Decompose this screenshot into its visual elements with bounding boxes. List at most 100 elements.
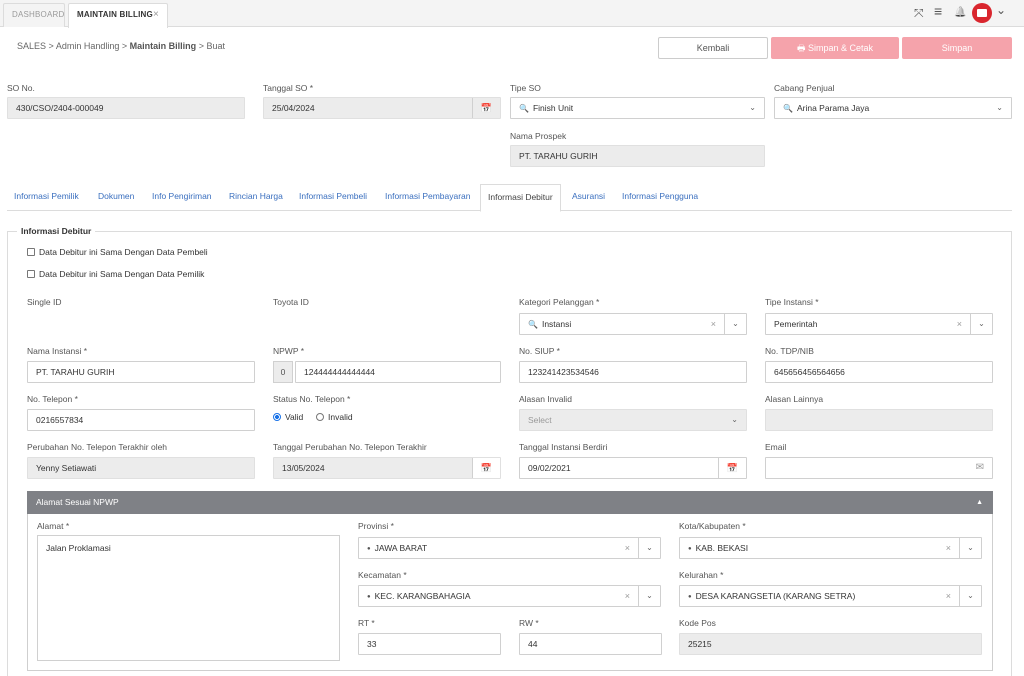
- tipe-so-select[interactable]: 🔍 Finish Unit ⌄: [510, 97, 765, 119]
- calendar-icon[interactable]: 📅: [472, 458, 500, 478]
- radio-valid[interactable]: Valid: [273, 412, 303, 422]
- tdp-input[interactable]: 645656456564656: [765, 361, 993, 383]
- clear-icon[interactable]: ×: [711, 314, 716, 334]
- tipe-so-value: Finish Unit: [532, 103, 574, 113]
- telepon-value: 0216557834: [36, 415, 84, 425]
- menu-icon[interactable]: ≡: [934, 4, 942, 18]
- perubahan-oleh-field: Yenny Setiawati: [27, 457, 255, 479]
- rt-input[interactable]: 33: [358, 633, 501, 655]
- tab-asuransi[interactable]: Asuransi: [565, 184, 612, 211]
- provinsi-select[interactable]: ● JAWA BARAT × ⌄: [358, 537, 661, 559]
- debitur-legend: Informasi Debitur: [17, 226, 96, 236]
- npwp-address-header[interactable]: Alamat Sesuai NPWP ▲: [27, 491, 993, 514]
- tipe-instansi-label: Tipe Instansi *: [765, 297, 819, 307]
- search-icon: 🔍: [783, 104, 793, 113]
- kelurahan-value: DESA KARANGSETIA (KARANG SETRA): [695, 591, 856, 601]
- checkbox-box[interactable]: [27, 248, 35, 256]
- tanggal-so-label: Tanggal SO *: [263, 83, 314, 93]
- cabang-select[interactable]: 🔍 Arina Parama Jaya ⌄: [774, 97, 1012, 119]
- expand-icon[interactable]: ⤧: [914, 6, 924, 20]
- breadcrumb-admin-handling[interactable]: Admin Handling: [56, 41, 120, 51]
- prospek-field: PT. TARAHU GURIH: [510, 145, 765, 167]
- kota-value: KAB. BEKASI: [695, 543, 749, 553]
- tab-informasi-pembeli[interactable]: Informasi Pembeli: [292, 184, 374, 211]
- tab-informasi-pengguna[interactable]: Informasi Pengguna: [615, 184, 705, 211]
- chevron-down-icon[interactable]: ⌄: [638, 586, 660, 606]
- siup-input[interactable]: 123241423534546: [519, 361, 747, 383]
- radio-invalid-dot[interactable]: [316, 413, 324, 421]
- so-no-field: 430/CSO/2404-000049: [7, 97, 245, 119]
- alamat-value: Jalan Proklamasi: [46, 543, 111, 553]
- save-button[interactable]: Simpan: [902, 37, 1012, 59]
- collapse-icon[interactable]: ▲: [976, 491, 983, 514]
- breadcrumb-sales[interactable]: SALES: [17, 41, 46, 51]
- same-as-owner-label: Data Debitur ini Sama Dengan Data Pemili…: [39, 269, 205, 279]
- globe-icon: ●: [367, 594, 371, 600]
- chevron-down-icon[interactable]: ⌄: [970, 314, 992, 334]
- printer-icon: 🖶: [796, 43, 806, 53]
- chevron-down-icon[interactable]: ⌄: [724, 314, 746, 334]
- radio-valid-dot[interactable]: [273, 413, 281, 421]
- siup-label: No. SIUP *: [519, 346, 560, 356]
- single-id-label: Single ID: [27, 297, 62, 307]
- telepon-label: No. Telepon *: [27, 394, 78, 404]
- clear-icon[interactable]: ×: [946, 586, 951, 606]
- save-print-button[interactable]: 🖶 Simpan & Cetak: [771, 37, 899, 59]
- tab-dashboard[interactable]: DASHBOARD: [3, 3, 65, 27]
- chevron-down-icon[interactable]: ⌄: [638, 538, 660, 558]
- calendar-icon[interactable]: 📅: [718, 458, 746, 478]
- perubahan-oleh-value: Yenny Setiawati: [36, 463, 97, 473]
- tipe-so-label: Tipe SO: [510, 83, 541, 93]
- npwp-label: NPWP *: [273, 346, 305, 356]
- chevron-down-icon[interactable]: ⌄: [959, 586, 981, 606]
- clear-icon[interactable]: ×: [625, 586, 630, 606]
- tipe-instansi-select[interactable]: Pemerintah × ⌄: [765, 313, 993, 335]
- clear-icon[interactable]: ×: [946, 538, 951, 558]
- tab-informasi-pembayaran[interactable]: Informasi Pembayaran: [378, 184, 478, 211]
- kecamatan-value: KEC. KARANGBAHAGIA: [374, 591, 471, 601]
- close-tab-icon[interactable]: ×: [153, 4, 159, 26]
- calendar-icon[interactable]: 📅: [472, 98, 500, 118]
- tab-dokumen[interactable]: Dokumen: [91, 184, 141, 211]
- tanggal-so-value: 25/04/2024: [272, 103, 315, 113]
- kelurahan-select[interactable]: ● DESA KARANGSETIA (KARANG SETRA) × ⌄: [679, 585, 982, 607]
- tab-informasi-pemilik[interactable]: Informasi Pemilik: [7, 184, 86, 211]
- telepon-input[interactable]: 0216557834: [27, 409, 255, 431]
- email-input[interactable]: ✉: [765, 457, 993, 479]
- avatar[interactable]: [972, 3, 992, 23]
- chevron-down-icon[interactable]: ⌄: [996, 3, 1006, 17]
- rw-label: RW *: [519, 618, 539, 628]
- kecamatan-select[interactable]: ● KEC. KARANGBAHAGIA × ⌄: [358, 585, 661, 607]
- tab-info-pengiriman[interactable]: Info Pengiriman: [145, 184, 219, 211]
- tab-maintain-billing[interactable]: MAINTAIN BILLING ×: [68, 3, 168, 28]
- rw-input[interactable]: 44: [519, 633, 662, 655]
- kelurahan-label: Kelurahan *: [679, 570, 724, 580]
- breadcrumb-current: Buat: [206, 41, 225, 51]
- back-button[interactable]: Kembali: [658, 37, 768, 59]
- tanggal-so-field[interactable]: 25/04/2024 📅: [263, 97, 501, 119]
- alamat-textarea[interactable]: Jalan Proklamasi: [37, 535, 340, 661]
- search-icon: 🔍: [528, 320, 538, 329]
- email-label: Email: [765, 442, 787, 452]
- breadcrumb-maintain-billing[interactable]: Maintain Billing: [130, 41, 197, 51]
- chevron-down-icon: ⌄: [749, 103, 756, 112]
- save-print-label: Simpan & Cetak: [807, 43, 874, 53]
- npwp-input[interactable]: 124444444444444: [295, 361, 501, 383]
- same-as-buyer-checkbox[interactable]: Data Debitur ini Sama Dengan Data Pembel…: [27, 247, 208, 257]
- checkbox-box[interactable]: [27, 270, 35, 278]
- so-no-value: 430/CSO/2404-000049: [16, 103, 104, 113]
- kota-select[interactable]: ● KAB. BEKASI × ⌄: [679, 537, 982, 559]
- same-as-owner-checkbox[interactable]: Data Debitur ini Sama Dengan Data Pemili…: [27, 269, 204, 279]
- nama-instansi-input[interactable]: PT. TARAHU GURIH: [27, 361, 255, 383]
- clear-icon[interactable]: ×: [957, 314, 962, 334]
- radio-invalid[interactable]: Invalid: [316, 412, 353, 422]
- clear-icon[interactable]: ×: [625, 538, 630, 558]
- chevron-down-icon[interactable]: ⌄: [959, 538, 981, 558]
- tanggal-berdiri-input[interactable]: 09/02/2021 📅: [519, 457, 747, 479]
- app-tab-bar: DASHBOARD MAINTAIN BILLING × ⤧ ≡ 🔔 ⌄: [0, 0, 1024, 28]
- tab-informasi-debitur[interactable]: Informasi Debitur: [480, 184, 561, 212]
- bell-icon[interactable]: 🔔: [954, 6, 966, 20]
- tab-rincian-harga[interactable]: Rincian Harga: [222, 184, 290, 211]
- tipe-instansi-value: Pemerintah: [774, 319, 818, 329]
- kategori-select[interactable]: 🔍 Instansi × ⌄: [519, 313, 747, 335]
